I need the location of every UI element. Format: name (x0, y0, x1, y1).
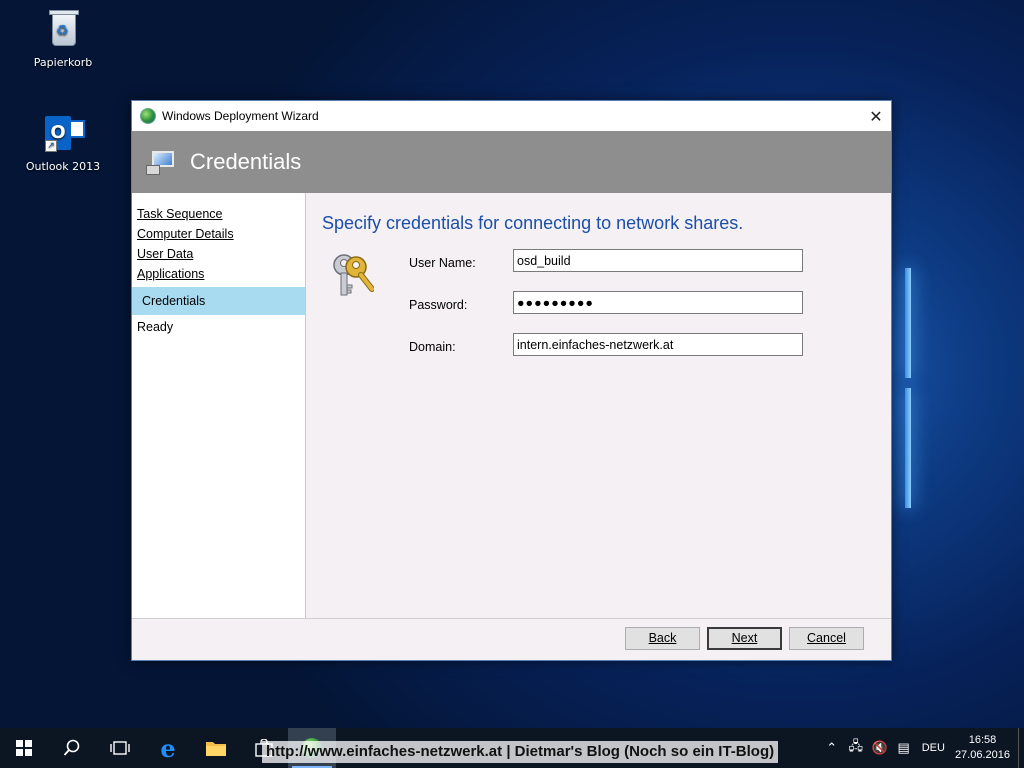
domain-input[interactable] (513, 333, 803, 356)
desktop-icon-label: Outlook 2013 (25, 160, 101, 173)
wizard-content: Specify credentials for connecting to ne… (306, 193, 891, 619)
desktop-icon-recycle-bin[interactable]: ♻ Papierkorb (18, 8, 108, 69)
clock-date: 27.06.2016 (954, 749, 1010, 761)
password-label: Password: (409, 298, 468, 312)
computer-icon (146, 149, 176, 175)
nav-item-ready: Ready (137, 320, 174, 334)
watermark-text: http://www.einfaches-netzwerk.at | Dietm… (262, 741, 779, 763)
domain-label: Domain: (409, 340, 456, 354)
network-icon[interactable]: 🖧 (844, 737, 868, 759)
clock-time: 16:58 (968, 734, 997, 746)
keys-icon (333, 254, 374, 296)
nav-item-applications[interactable]: Applications (132, 265, 305, 285)
system-tray: ⌃ 🖧 🔇 ▤ DEU 16:58 27.06.2016 (820, 728, 1024, 768)
wizard-header: Credentials (132, 131, 891, 193)
content-heading: Specify credentials for connecting to ne… (322, 213, 744, 233)
folder-icon (206, 742, 226, 756)
user-name-label: User Name: (409, 256, 476, 270)
window-titlebar[interactable]: Windows Deployment Wizard ✕ (132, 101, 891, 131)
task-view-button[interactable] (96, 728, 144, 768)
cancel-button[interactable]: Cancel (789, 627, 864, 650)
task-view-icon (110, 741, 130, 755)
nav-item-credentials: Credentials (132, 287, 305, 315)
edge-icon: e (160, 733, 176, 763)
nav-item-task-sequence[interactable]: Task Sequence (132, 205, 305, 225)
desktop-icon-outlook[interactable]: O ↗ Outlook 2013 (18, 112, 108, 173)
next-button[interactable]: Next (707, 627, 782, 650)
nav-item-computer-details[interactable]: Computer Details (132, 225, 305, 245)
deployment-wizard-window: Windows Deployment Wizard ✕ Credentials … (131, 100, 892, 661)
page-title: Credentials (190, 149, 302, 174)
show-desktop-button[interactable] (1018, 728, 1024, 768)
volume-muted-icon[interactable]: 🔇 (868, 740, 892, 756)
input-language[interactable]: DEU (922, 742, 945, 754)
windows-start-icon (16, 740, 32, 756)
nav-item-user-data[interactable]: User Data (132, 245, 305, 265)
edge-taskbar-button[interactable]: e (144, 728, 192, 768)
wizard-app-icon (140, 108, 156, 124)
back-button[interactable]: Back (625, 627, 700, 650)
window-title: Windows Deployment Wizard (162, 109, 319, 123)
close-icon: ✕ (869, 106, 883, 126)
password-input[interactable] (513, 291, 803, 314)
recycle-bin-icon: ♻ (43, 8, 83, 50)
wizard-step-navigation: Task Sequence Computer Details User Data… (132, 193, 306, 619)
close-button[interactable]: ✕ (861, 101, 891, 131)
outlook-icon: O ↗ (43, 112, 85, 154)
notifications-icon[interactable]: ▤ (892, 740, 916, 756)
user-name-input[interactable] (513, 249, 803, 272)
search-button[interactable] (48, 728, 96, 768)
search-icon (63, 739, 80, 756)
clock[interactable]: 16:58 27.06.2016 (955, 733, 1010, 763)
explorer-taskbar-button[interactable] (192, 728, 240, 768)
start-button[interactable] (0, 728, 48, 768)
chevron-up-icon[interactable]: ⌃ (820, 740, 844, 756)
desktop-icon-label: Papierkorb (33, 56, 93, 69)
wizard-footer: Back Next Cancel (132, 618, 891, 660)
